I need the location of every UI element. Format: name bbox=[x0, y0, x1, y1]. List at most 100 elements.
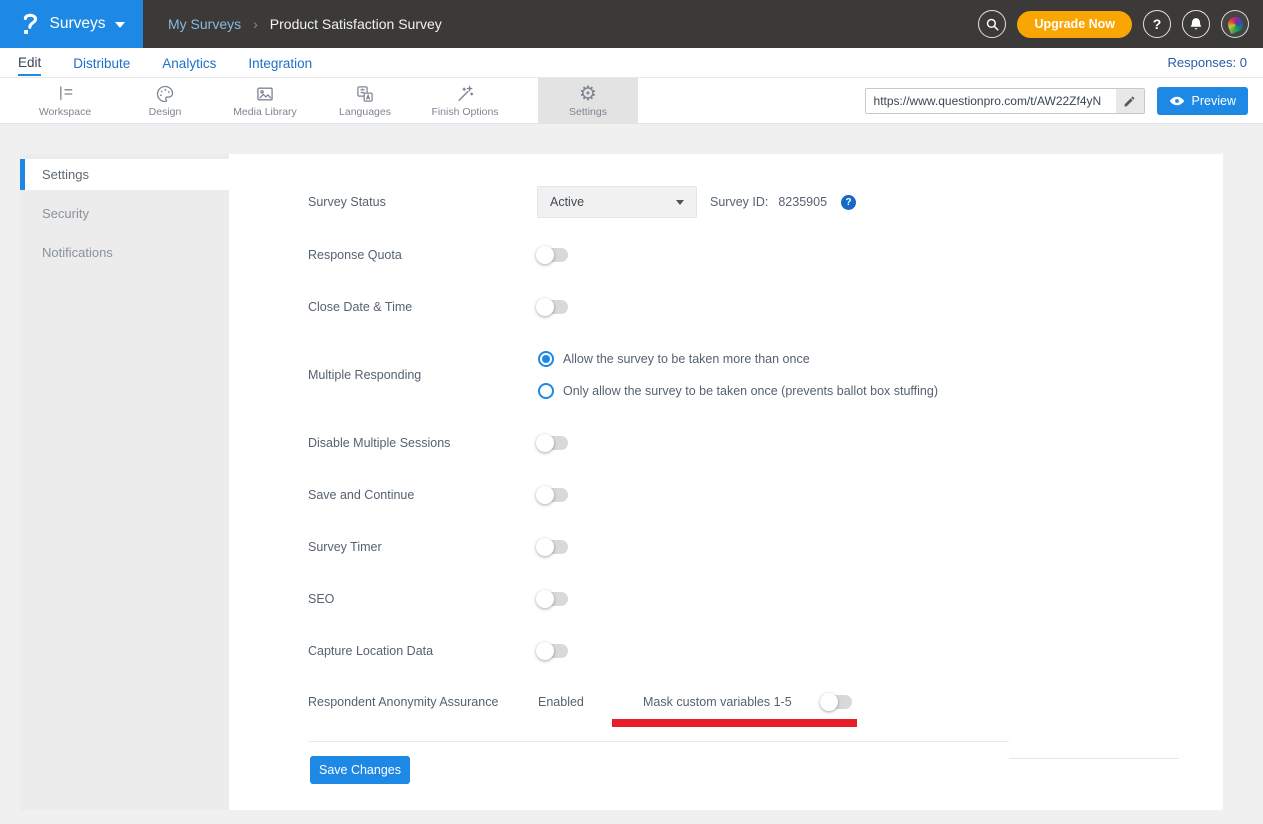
toolbar-tab-label: Media Library bbox=[233, 106, 297, 118]
close-date-time-row: Close Date & Time bbox=[308, 291, 568, 323]
chevron-down-icon bbox=[676, 200, 684, 205]
breadcrumb-survey-title: Product Satisfaction Survey bbox=[270, 16, 442, 32]
capture-location-data-label: Capture Location Data bbox=[308, 644, 538, 658]
upgrade-now-button[interactable]: Upgrade Now bbox=[1017, 11, 1132, 38]
settings-panel: Settings Security Notifications Survey S… bbox=[20, 154, 1223, 810]
survey-id-value: 8235905 bbox=[778, 195, 827, 209]
tab-edit[interactable]: Edit bbox=[18, 50, 41, 76]
toolbar-tab-finish-options[interactable]: Finish Options bbox=[415, 78, 515, 124]
question-mark-icon: ? bbox=[1153, 16, 1162, 32]
toggle-knob bbox=[820, 693, 838, 711]
seo-toggle[interactable] bbox=[538, 592, 568, 606]
top-bar: Surveys My Surveys › Product Satisfactio… bbox=[0, 0, 1263, 48]
pencil-icon bbox=[1123, 95, 1136, 108]
toggle-knob bbox=[536, 298, 554, 316]
design-icon bbox=[155, 84, 175, 104]
radio-selected-icon bbox=[538, 351, 554, 367]
toggle-knob bbox=[536, 434, 554, 452]
notifications-button[interactable] bbox=[1182, 10, 1210, 38]
save-and-continue-toggle[interactable] bbox=[538, 488, 568, 502]
survey-status-label: Survey Status bbox=[308, 195, 538, 209]
preview-button[interactable]: Preview bbox=[1157, 87, 1248, 115]
respondent-anonymity-status: Enabled bbox=[538, 695, 584, 709]
disable-multiple-sessions-toggle[interactable] bbox=[538, 436, 568, 450]
languages-icon bbox=[355, 84, 375, 104]
sidebar-item-settings[interactable]: Settings bbox=[20, 159, 229, 190]
product-switcher[interactable]: Surveys bbox=[0, 0, 143, 48]
edit-url-button[interactable] bbox=[1116, 89, 1144, 113]
settings-gear-icon: ⚙ bbox=[579, 84, 597, 104]
breadcrumb-separator: › bbox=[253, 16, 258, 32]
multiple-responding-row: Multiple Responding bbox=[308, 359, 538, 391]
bell-icon bbox=[1189, 17, 1203, 32]
toolbar-tab-label: Workspace bbox=[39, 106, 91, 118]
responses-count: Responses: 0 bbox=[1168, 55, 1263, 70]
survey-status-value: Active bbox=[550, 195, 584, 209]
toolbar-tab-label: Settings bbox=[569, 106, 607, 118]
survey-url-input[interactable] bbox=[866, 89, 1116, 113]
search-button[interactable] bbox=[978, 10, 1006, 38]
sidebar-item-label: Security bbox=[42, 206, 89, 221]
seo-row: SEO bbox=[308, 583, 568, 615]
tab-analytics[interactable]: Analytics bbox=[162, 51, 216, 75]
multiple-responding-label: Multiple Responding bbox=[308, 368, 538, 382]
survey-url-box bbox=[865, 88, 1145, 114]
settings-form: Survey Status Active Survey ID: 8235905 … bbox=[308, 154, 1223, 810]
search-icon bbox=[985, 17, 1000, 32]
close-date-time-toggle[interactable] bbox=[538, 300, 568, 314]
form-divider bbox=[308, 741, 1009, 742]
preview-label: Preview bbox=[1192, 94, 1236, 108]
radio-option-label: Only allow the survey to be taken once (… bbox=[563, 384, 938, 398]
chevron-down-icon bbox=[115, 22, 125, 28]
save-changes-button[interactable]: Save Changes bbox=[310, 756, 410, 784]
mask-custom-variables-label: Mask custom variables 1-5 bbox=[643, 695, 792, 709]
sidebar-item-label: Notifications bbox=[42, 245, 113, 260]
toolbar-tab-label: Design bbox=[149, 106, 182, 118]
breadcrumb-my-surveys[interactable]: My Surveys bbox=[168, 16, 241, 32]
survey-status-dropdown[interactable]: Active bbox=[537, 186, 697, 218]
finish-options-icon bbox=[455, 84, 475, 104]
disable-multiple-sessions-label: Disable Multiple Sessions bbox=[308, 436, 538, 450]
avatar-image bbox=[1225, 14, 1244, 33]
red-annotation-underline bbox=[612, 719, 857, 727]
sidebar-item-notifications[interactable]: Notifications bbox=[20, 237, 229, 268]
radio-unselected-icon bbox=[538, 383, 554, 399]
mask-custom-variables-toggle[interactable] bbox=[822, 695, 852, 709]
sidebar-item-label: Settings bbox=[42, 167, 89, 182]
tab-integration[interactable]: Integration bbox=[248, 51, 312, 75]
eye-icon bbox=[1169, 95, 1185, 107]
respondent-anonymity-label: Respondent Anonymity Assurance bbox=[308, 695, 498, 709]
toggle-knob bbox=[536, 642, 554, 660]
breadcrumb: My Surveys › Product Satisfaction Survey bbox=[168, 16, 442, 32]
toolbar-tab-design[interactable]: Design bbox=[115, 78, 215, 124]
toolbar-tab-media-library[interactable]: Media Library bbox=[215, 78, 315, 124]
survey-id-help-icon[interactable]: ? bbox=[841, 195, 856, 210]
toolbar-right: Preview bbox=[865, 87, 1248, 115]
help-button[interactable]: ? bbox=[1143, 10, 1171, 38]
media-library-icon bbox=[255, 84, 275, 104]
multiple-responding-option-2[interactable]: Only allow the survey to be taken once (… bbox=[538, 382, 938, 400]
survey-status-row: Survey Status Active Survey ID: 8235905 … bbox=[308, 186, 856, 218]
seo-label: SEO bbox=[308, 592, 538, 606]
response-quota-label: Response Quota bbox=[308, 248, 538, 262]
topbar-actions: Upgrade Now ? bbox=[978, 10, 1263, 38]
response-quota-toggle[interactable] bbox=[538, 248, 568, 262]
sidebar-item-security[interactable]: Security bbox=[20, 198, 229, 229]
tab-distribute[interactable]: Distribute bbox=[73, 51, 130, 75]
capture-location-data-row: Capture Location Data bbox=[308, 635, 568, 667]
toolbar-tab-languages[interactable]: Languages bbox=[315, 78, 415, 124]
survey-timer-toggle[interactable] bbox=[538, 540, 568, 554]
workspace-icon bbox=[55, 84, 75, 104]
survey-timer-row: Survey Timer bbox=[308, 531, 568, 563]
multiple-responding-option-1[interactable]: Allow the survey to be taken more than o… bbox=[538, 350, 810, 368]
edit-toolbar: Workspace Design bbox=[0, 78, 1263, 124]
questionpro-app: Surveys My Surveys › Product Satisfactio… bbox=[0, 0, 1263, 824]
toolbar-tab-workspace[interactable]: Workspace bbox=[15, 78, 115, 124]
toolbar-tab-settings[interactable]: ⚙ Settings bbox=[538, 78, 638, 124]
user-avatar[interactable] bbox=[1221, 10, 1249, 38]
disable-multiple-sessions-row: Disable Multiple Sessions bbox=[308, 427, 568, 459]
survey-id-label: Survey ID: bbox=[710, 195, 768, 209]
toolbar-tab-label: Languages bbox=[339, 106, 391, 118]
capture-location-data-toggle[interactable] bbox=[538, 644, 568, 658]
save-and-continue-label: Save and Continue bbox=[308, 488, 538, 502]
